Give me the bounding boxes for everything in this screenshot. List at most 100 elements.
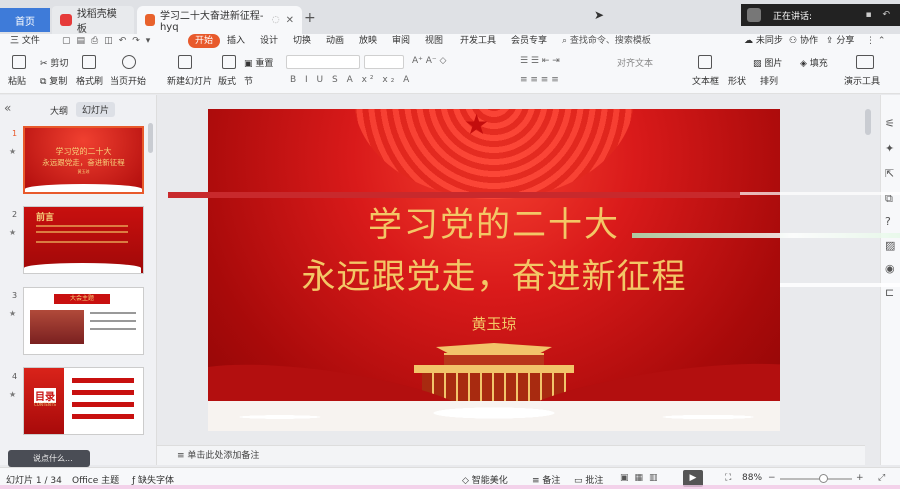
format-painter-button[interactable]: 格式刷 <box>76 74 103 87</box>
menu-start[interactable]: 开始 <box>188 34 221 48</box>
zoom-in-icon[interactable]: + <box>856 473 864 483</box>
command-search[interactable]: ⌕ 查找命令、搜索模板 <box>562 34 651 48</box>
tab-home[interactable]: 首页 <box>0 8 50 32</box>
textbox-button[interactable]: 文本框 <box>692 74 719 87</box>
fill-button[interactable]: ◈ 填充 <box>800 56 828 69</box>
thumb4-item <box>72 402 134 407</box>
play-icon[interactable] <box>122 55 136 69</box>
presenter-tools-icon[interactable] <box>856 55 874 69</box>
menu-transition[interactable]: 切换 <box>293 34 311 48</box>
unsynced-button[interactable]: ☁ 未同步 <box>744 34 783 48</box>
select-icon[interactable]: ⇱ <box>885 167 894 180</box>
zoom-slider-knob[interactable] <box>818 474 828 483</box>
tiananmen-building <box>414 343 574 403</box>
share-button[interactable]: ⇪ 分享 <box>826 34 854 48</box>
slide-number: 4 <box>12 372 18 381</box>
new-slide-icon[interactable] <box>178 55 192 69</box>
font-family-select[interactable] <box>286 55 360 69</box>
tab-slides[interactable]: 幻灯片 <box>76 102 116 117</box>
help-icon[interactable]: ? <box>885 215 891 228</box>
fullscreen-icon[interactable]: ⤢ <box>878 473 885 483</box>
textbox-icon[interactable] <box>698 55 712 69</box>
notes-area[interactable]: ≡ 单击此处添加备注 <box>157 445 865 465</box>
zoom-out-icon[interactable]: − <box>768 473 776 483</box>
menu-member[interactable]: 会员专享 <box>511 34 547 48</box>
slide-author[interactable]: 黄玉琼 <box>208 313 780 334</box>
slide-title[interactable]: 学习党的二十大 <box>208 197 780 246</box>
menu-file[interactable]: 三 文件 <box>10 34 40 48</box>
location-icon[interactable]: ◉ <box>885 262 895 275</box>
canvas-scrollbar[interactable] <box>865 109 871 135</box>
cloud-decoration <box>208 401 780 431</box>
list-icons[interactable]: ☰ ☰ ⇤ ⇥ <box>520 56 560 66</box>
arrange-button[interactable]: 排列 <box>760 74 778 87</box>
menu-view[interactable]: 视图 <box>425 34 443 48</box>
font-grow-icons[interactable]: A⁺ A⁻ ◇ <box>412 56 446 66</box>
panel-scrollbar[interactable] <box>148 123 153 153</box>
close-tab-icon[interactable]: ✕ <box>286 15 294 26</box>
view-mode-icons[interactable]: ▣▦▥ <box>620 473 664 483</box>
slide-thumbnail-1[interactable]: 学习党的二十大 永远跟党走，奋进新征程 黄玉琼 <box>23 126 144 194</box>
section-button[interactable]: 节 <box>244 74 253 87</box>
layout-button[interactable]: 版式 <box>218 74 236 87</box>
picture-button[interactable]: ▨ 图片 <box>753 56 782 69</box>
adjust-icon[interactable]: ⚟ <box>885 117 895 130</box>
align-text-button[interactable]: 对齐文本 <box>617 56 653 69</box>
add-tab-button[interactable]: + <box>304 10 316 26</box>
font-size-select[interactable] <box>364 55 404 69</box>
shapes-button[interactable]: 形状 <box>728 74 746 87</box>
reset-button[interactable]: ▣ 重置 <box>244 56 273 69</box>
presentation-file-icon <box>145 14 155 26</box>
slide-1[interactable]: ★ 学习党的二十大 永远跟党走，奋进新征程 黄玉琼 <box>208 109 780 431</box>
font-style-buttons[interactable]: B I U S A x² x₂ A <box>290 75 412 85</box>
thumb4-item <box>72 378 134 383</box>
menu-devtools[interactable]: 开发工具 <box>460 34 496 48</box>
tab-document-label: 学习二十大奋进新征程- hyq <box>159 11 264 33</box>
star-icon: ★ <box>9 309 17 318</box>
menu-animation[interactable]: 动画 <box>326 34 344 48</box>
panel-icon[interactable]: ⊏ <box>885 286 894 299</box>
collapse-panel-icon[interactable]: « <box>4 101 11 115</box>
from-current-button[interactable]: 当页开始 <box>110 74 146 87</box>
quick-access-icons[interactable]: ▢▤⎙◫↶↷▾ <box>62 34 156 48</box>
presenter-tools-button[interactable]: 演示工具 <box>844 74 880 87</box>
tab-outline[interactable]: 大纲 <box>50 104 68 117</box>
zoom-slider[interactable] <box>780 474 852 483</box>
thumb3-text-line <box>90 312 136 314</box>
tab-template[interactable]: 找稻壳模板 <box>52 6 134 35</box>
avatar <box>747 8 761 22</box>
menu-design[interactable]: 设计 <box>260 34 278 48</box>
slide-thumbnail-2[interactable]: 前言 <box>23 206 144 274</box>
comment-input[interactable]: 说点什么... <box>8 450 90 467</box>
fit-icon[interactable]: ⛶ <box>725 473 731 483</box>
unsynced-label: 未同步 <box>755 36 783 46</box>
animation-icon[interactable]: ✦ <box>885 142 894 155</box>
slide-thumbnail-4[interactable]: 目录 CONTENTS <box>23 367 144 435</box>
comment-input-label: 说点什么... <box>33 454 73 463</box>
tab-document[interactable]: 学习二十大奋进新征程- hyq ◌ ✕ <box>137 6 302 34</box>
speaker-label: 正在讲话: <box>773 11 813 22</box>
image-icon[interactable]: ▨ <box>885 239 895 252</box>
new-slide-button[interactable]: 新建幻灯片 <box>167 74 212 87</box>
cut-button[interactable]: ✂ 剪切 <box>40 56 68 69</box>
menu-insert[interactable]: 插入 <box>227 34 245 48</box>
collab-button[interactable]: ⚇ 协作 <box>789 34 818 48</box>
tab-home-label: 首页 <box>15 16 35 28</box>
slide-subtitle[interactable]: 永远跟党走，奋进新征程 <box>208 249 780 298</box>
paste-icon[interactable] <box>12 55 26 69</box>
speaker-controls-icon[interactable]: ▪ ↶ <box>865 10 894 20</box>
paste-button[interactable]: 粘贴 <box>8 74 26 87</box>
layout-icon[interactable] <box>222 55 236 69</box>
notes-placeholder: 单击此处添加备注 <box>187 451 260 461</box>
scissors-icon: ✂ <box>40 59 51 69</box>
menu-slideshow[interactable]: 放映 <box>359 34 377 48</box>
slide-thumbnail-3[interactable]: 大会主题 <box>23 287 144 355</box>
more-icon[interactable]: ⋮ ⌃ <box>866 34 885 48</box>
menu-review[interactable]: 审阅 <box>392 34 410 48</box>
sunburst-decoration <box>354 109 634 199</box>
format-painter-icon[interactable] <box>82 55 96 69</box>
share-icon: ⇪ <box>826 36 837 46</box>
collab-label: 协作 <box>799 36 818 46</box>
copy-button[interactable]: ⧉ 复制 <box>40 74 67 87</box>
align-icons[interactable]: ≡ ≡ ≡ ≡ <box>520 75 559 85</box>
